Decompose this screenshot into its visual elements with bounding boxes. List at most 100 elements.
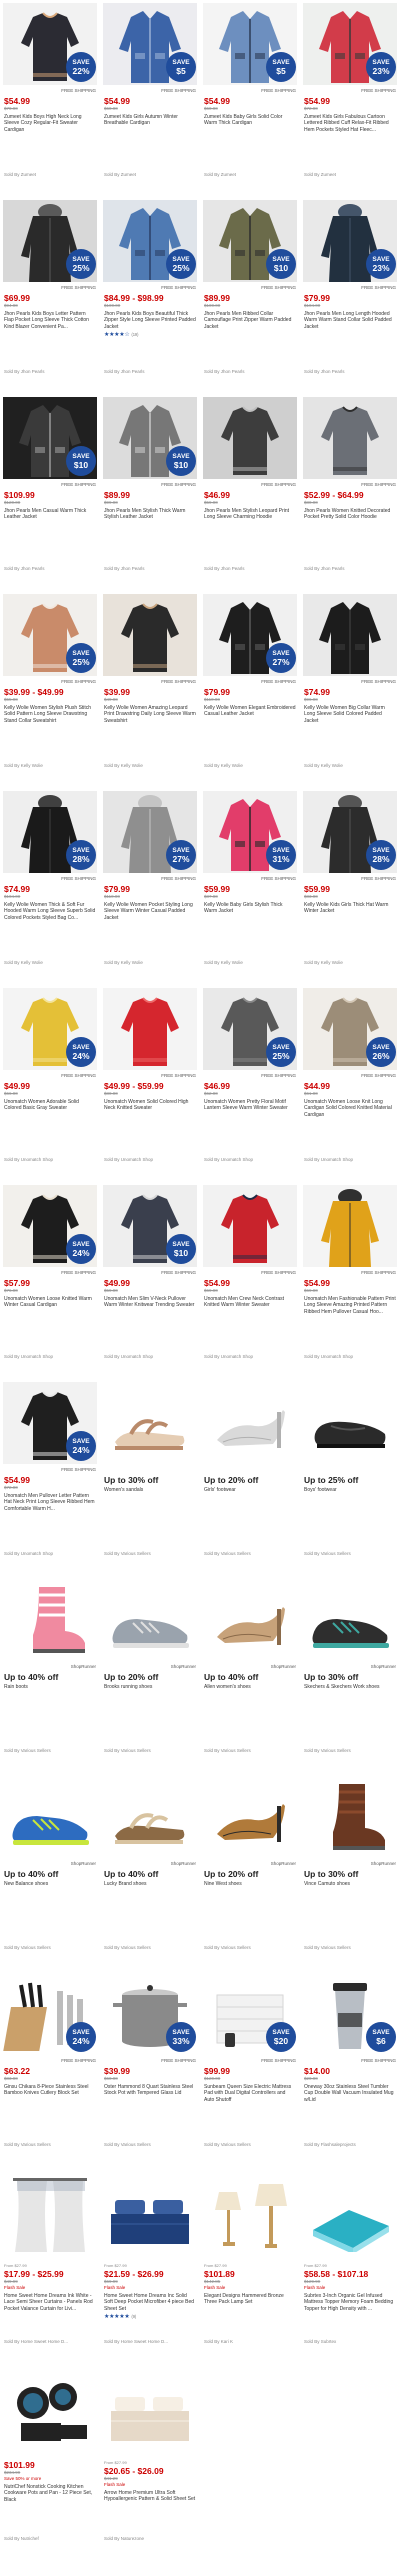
product-card[interactable]: SAVE $10 FREE SHIPPING $89.99 $100.00 Jhon Pe… — [200, 197, 300, 394]
product-title[interactable]: Jhon Pearls Men Stylish Thick Warm Styli… — [104, 508, 196, 521]
product-title[interactable]: Girls' footwear — [204, 1487, 296, 1493]
seller-name[interactable]: Sold By Unomatch Shop — [204, 1354, 253, 1359]
product-card[interactable]: SAVE 25% FREE SHIPPING $69.99 $94.00 Jhon Pea… — [0, 197, 100, 394]
product-title[interactable]: Nine West shoes — [204, 1881, 296, 1887]
product-title[interactable]: Boys' footwear — [304, 1487, 396, 1493]
seller-name[interactable]: Sold By Kelly Wolie — [304, 960, 343, 965]
product-title[interactable]: Kelly Wolie Women Stylish Plush Stitch S… — [4, 705, 96, 724]
product-image[interactable] — [3, 1579, 97, 1661]
product-card[interactable]: SAVE $10 FREE SHIPPING $49.99 $59.00 Unomatch… — [100, 1182, 200, 1379]
seller-name[interactable]: Sold By Kelly Wolie — [104, 960, 143, 965]
seller-name[interactable]: Sold By Jhon Pearls — [304, 369, 345, 374]
product-card[interactable]: SAVE 28% FREE SHIPPING $74.99 $104.00 Kelly W… — [0, 788, 100, 985]
seller-name[interactable]: Sold By Kelly Wolie — [204, 960, 243, 965]
product-title[interactable]: Allen women's shoes — [204, 1684, 296, 1690]
product-card[interactable]: ShopRunner Up to 30% off Vince Camuto shoe… — [300, 1773, 400, 1970]
product-card[interactable]: SAVE 27% FREE SHIPPING $79.99 $110.00 Kelly W… — [100, 788, 200, 985]
product-title[interactable]: Unomatch Women Solid Colored High Neck K… — [104, 1099, 196, 1112]
product-title[interactable]: Unomatch Men Slim V-Neck Pullover Warm W… — [104, 1296, 196, 1309]
product-title[interactable]: Zumeet Kids Boys High Neck Long Sleeve C… — [4, 114, 96, 133]
seller-name[interactable]: Sold By Unomatch Shop — [4, 1354, 53, 1359]
seller-name[interactable]: Sold By Naturezone — [104, 2536, 144, 2541]
product-title[interactable]: Jhon Pearls Kids Boys Letter Pattern Fla… — [4, 311, 96, 330]
seller-name[interactable]: Sold By Jhon Pearls — [4, 369, 45, 374]
seller-name[interactable]: Sold By Various Sellers — [4, 1748, 51, 1753]
product-card[interactable]: SAVE 23% FREE SHIPPING $79.99 $104.00 Jhon Pe… — [300, 197, 400, 394]
product-image[interactable] — [3, 1776, 97, 1858]
seller-name[interactable]: Sold By Unomatch Shop — [304, 1157, 353, 1162]
product-title[interactable]: Ginsu Chikara 8-Piece Stainless Steel Ba… — [4, 2084, 96, 2097]
product-image[interactable] — [303, 397, 397, 479]
product-title[interactable]: Arrow Home Premium Ultra Soft Hypoallerg… — [104, 2490, 196, 2503]
seller-name[interactable]: Sold By Unomatch Shop — [4, 1551, 53, 1556]
product-card[interactable]: SAVE 25% FREE SHIPPING $39.99 - $49.99 $55.0… — [0, 591, 100, 788]
product-card[interactable]: ShopRunner Up to 20% off Nine West shoes So… — [200, 1773, 300, 1970]
product-card[interactable]: SAVE $6 FREE SHIPPING $14.00 $20.00 Oneway 30… — [300, 1970, 400, 2167]
product-title[interactable]: Jhon Pearls Kids Boys Beautiful Thick Zi… — [104, 311, 196, 330]
product-title[interactable]: Kelly Wolie Women Amazing Leopard Print … — [104, 705, 196, 724]
product-card[interactable]: Up to 25% off Boys' footwear Sold By Vario… — [300, 1379, 400, 1576]
product-title[interactable]: Brooks running shoes — [104, 1684, 196, 1690]
seller-name[interactable]: Sold By Jhon Pearls — [104, 369, 145, 374]
seller-name[interactable]: Sold By Various Sellers — [304, 1945, 351, 1950]
seller-name[interactable]: Sold By Various Sellers — [104, 2142, 151, 2147]
product-card[interactable]: ShopRunner Up to 40% off Rain boots Sold By… — [0, 1576, 100, 1773]
product-card[interactable]: SAVE 25% FREE SHIPPING $84.99 - $98.99 $100.… — [100, 197, 200, 394]
product-card[interactable]: From $27.99 $101.89 $142.85 Flash Sale Elega… — [200, 2167, 300, 2364]
seller-name[interactable]: Sold By Unomatch Shop — [104, 1354, 153, 1359]
product-title[interactable]: Vince Camuto shoes — [304, 1881, 396, 1887]
product-card[interactable]: FREE SHIPPING $54.99 $69.00 Unomatch Men Cr… — [200, 1182, 300, 1379]
product-title[interactable]: Kelly Wolie Women Big Collar Warm Long S… — [304, 705, 396, 724]
product-image[interactable] — [203, 1382, 297, 1464]
seller-name[interactable]: Sold By Subrtex — [304, 2339, 336, 2344]
seller-name[interactable]: Sold By Kelly Wolie — [104, 763, 143, 768]
seller-name[interactable]: Sold By Various Sellers — [204, 1748, 251, 1753]
product-title[interactable]: Jhon Pearls Men Stylish Leopard Print Lo… — [204, 508, 296, 521]
product-card[interactable]: SAVE 33% FREE SHIPPING $39.99 $60.00 Oster Ha… — [100, 1970, 200, 2167]
product-title[interactable]: Unomatch Women Loose Knit Long Cardigan … — [304, 1099, 396, 1118]
product-title[interactable]: Kelly Wolie Baby Girls Stylish Thick War… — [204, 902, 296, 915]
product-title[interactable]: Unomatch Men Crew Neck Contrast Knitted … — [204, 1296, 296, 1309]
product-image[interactable] — [103, 1382, 197, 1464]
product-title[interactable]: Kelly Wolie Women Pocket Styling Long Sl… — [104, 902, 196, 921]
product-card[interactable]: FREE SHIPPING $74.99 $96.00 Kelly Wolie Wom… — [300, 591, 400, 788]
product-title[interactable]: Unomatch Men Fashionable Pattern Print L… — [304, 1296, 396, 1315]
product-card[interactable]: From $27.99 $17.99 - $25.99 $49.99 Flash Sa… — [0, 2167, 100, 2364]
product-title[interactable]: Sunbeam Queen Size Electric Mattress Pad… — [204, 2084, 296, 2103]
product-card[interactable]: $101.99 $234.99 Save 50% or more NutriChef … — [0, 2364, 100, 2561]
product-title[interactable]: Jhon Pearls Men Ribbed Collar Camouflage… — [204, 311, 296, 330]
product-image[interactable] — [103, 988, 197, 1070]
seller-name[interactable]: Sold By Kelly Wolie — [304, 763, 343, 768]
product-title[interactable]: Zumeet Kids Baby Girls Solid Color Warm … — [204, 114, 296, 127]
product-card[interactable]: SAVE 23% FREE SHIPPING $54.99 $72.00 Zumeet K… — [300, 0, 400, 197]
product-card[interactable]: SAVE $10 FREE SHIPPING $109.99 $120.00 Jhon P… — [0, 394, 100, 591]
product-image[interactable] — [303, 594, 397, 676]
product-card[interactable]: ShopRunner Up to 30% off Skechers & Skeche… — [300, 1576, 400, 1773]
product-card[interactable]: SAVE 25% FREE SHIPPING $46.99 $62.00 Unomatch… — [200, 985, 300, 1182]
product-card[interactable]: SAVE $20 FREE SHIPPING $99.99 $120.00 Sunbeam… — [200, 1970, 300, 2167]
product-card[interactable]: SAVE $5 FREE SHIPPING $54.99 $60.00 Zumeet Ki… — [100, 0, 200, 197]
product-image[interactable] — [303, 1185, 397, 1267]
product-card[interactable]: FREE SHIPPING $46.99 $59.00 Jhon Pearls Men… — [200, 394, 300, 591]
seller-name[interactable]: Sold By Home Sweet Home D... — [104, 2339, 168, 2344]
seller-name[interactable]: Sold By Unomatch Shop — [4, 1157, 53, 1162]
seller-name[interactable]: Sold By Various Sellers — [4, 1945, 51, 1950]
product-card[interactable]: SAVE 27% FREE SHIPPING $79.99 $110.00 Kelly W… — [200, 591, 300, 788]
product-title[interactable]: Unomatch Women Adorable Solid Colored Ba… — [4, 1099, 96, 1112]
product-title[interactable]: Rain boots — [4, 1684, 96, 1690]
seller-name[interactable]: Sold By Kelly Wolie — [4, 960, 43, 965]
product-title[interactable]: Subrtex 3-Inch Organic Gel Infused Mattr… — [304, 2293, 396, 2312]
product-image[interactable] — [303, 2170, 397, 2252]
seller-name[interactable]: Sold By Various Sellers — [104, 1945, 151, 1950]
seller-name[interactable]: Sold By Unomatch Shop — [204, 1157, 253, 1162]
seller-name[interactable]: Sold By Flashsaleprojects — [304, 2142, 356, 2147]
seller-name[interactable]: Sold By Jhon Pearls — [204, 369, 245, 374]
product-title[interactable]: Skechers & Skechers Work shoes — [304, 1684, 396, 1690]
seller-name[interactable]: Sold By Zumeet — [304, 172, 336, 177]
product-card[interactable]: SAVE 24% FREE SHIPPING $54.99 $72.00 Unomatch… — [0, 1379, 100, 1576]
product-title[interactable]: Jhon Pearls Men Casual Warm Thick Leathe… — [4, 508, 96, 521]
product-image[interactable] — [203, 1185, 297, 1267]
product-card[interactable]: From $27.99 $21.59 - $26.99 $69.99 Flash Sa… — [100, 2167, 200, 2364]
seller-name[interactable]: Sold By Zumeet — [104, 172, 136, 177]
seller-name[interactable]: Sold By Various Sellers — [104, 1748, 151, 1753]
